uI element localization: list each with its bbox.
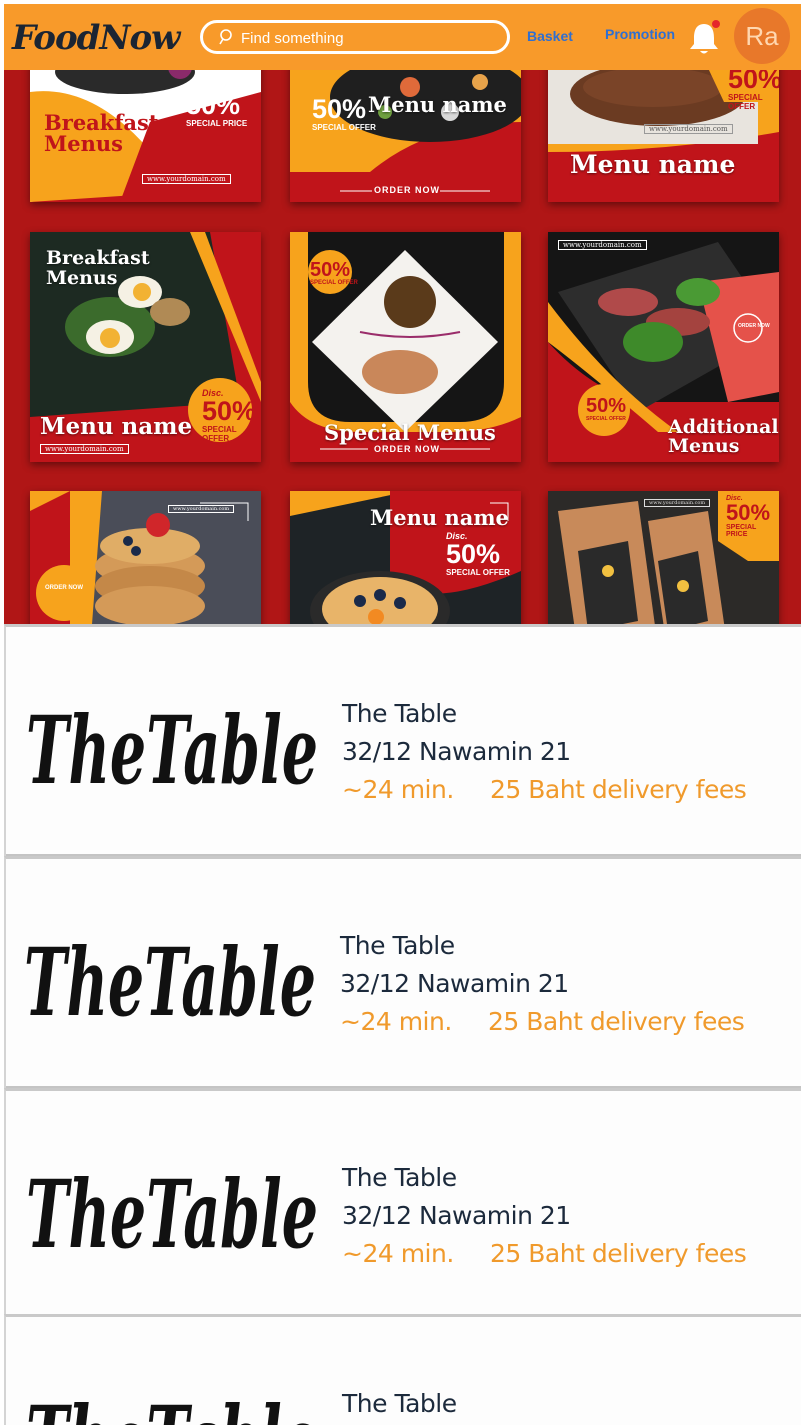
disc-value: 50% xyxy=(186,90,241,120)
tile-title: Menus xyxy=(46,267,118,289)
food-image xyxy=(290,64,521,202)
tile-title: Special Menus xyxy=(324,420,496,445)
disc-sub: SPECIAL PRICE xyxy=(726,524,757,538)
restaurant-name: The Table xyxy=(340,931,455,960)
order-now-label: ORDER NOW xyxy=(738,323,770,329)
restaurant-logo: TheTable xyxy=(26,1386,318,1425)
restaurant-card[interactable]: TheTable The Table 32/12 Nawamin 21 ~24 … xyxy=(4,1088,801,1320)
tile-title: Menu name xyxy=(40,413,193,440)
app-root: FoodNow Basket Promotion Ra xyxy=(0,0,801,1425)
disc-value: 50% xyxy=(202,396,257,426)
promo-tile[interactable]: Breakfast Menus Disc. 50% SPECIAL PRICE … xyxy=(30,64,261,202)
tile-title: Breakfast xyxy=(46,247,150,269)
tile-title: Menu name xyxy=(570,150,736,179)
delivery-eta: ~24 min. xyxy=(340,1007,452,1036)
tile-url: www.yourdomain.com xyxy=(40,444,129,454)
restaurant-logo-text: TheTable xyxy=(24,928,316,1037)
restaurant-address: 32/12 Nawamin 21 xyxy=(340,969,569,998)
restaurant-card[interactable]: TheTable The Table 32/12 Nawamin 21 ~24 … xyxy=(4,856,801,1088)
restaurant-logo-text: TheTable xyxy=(26,696,318,805)
disc-sub: SPECIAL OFFER xyxy=(728,93,763,111)
disc-value: 50% xyxy=(726,500,771,525)
promo-tile[interactable]: ORDER NOW www.yourdomain.com xyxy=(30,491,261,626)
restaurant-name: The Table xyxy=(342,1163,457,1192)
promo-tile[interactable]: Menu name 50% SPECIAL OFFER ORDER NOW xyxy=(290,64,521,202)
search-icon xyxy=(219,29,232,45)
tile-url: www.yourdomain.com xyxy=(142,174,231,184)
delivery-fee: 25 Baht delivery fees xyxy=(488,1007,745,1036)
disc-sub: SPECIAL OFFER xyxy=(586,416,626,422)
restaurant-address: 32/12 Nawamin 21 xyxy=(342,1201,571,1230)
disc-value: 50% xyxy=(310,259,351,281)
restaurant-card[interactable]: TheTable The Table xyxy=(4,1314,801,1425)
disc-value: 50% xyxy=(586,395,627,417)
disc-sub: SPECIAL OFFER xyxy=(312,123,376,132)
restaurant-logo: TheTable xyxy=(26,1160,318,1269)
bell-icon[interactable] xyxy=(687,20,721,56)
restaurant-card[interactable]: TheTable The Table 32/12 Nawamin 21 ~24 … xyxy=(4,624,801,856)
restaurant-name: The Table xyxy=(342,699,457,728)
disc-value: 50% xyxy=(312,94,367,124)
tile-title: Menu name xyxy=(370,505,509,530)
nav-basket-link[interactable]: Basket xyxy=(527,28,573,44)
delivery-eta: ~24 min. xyxy=(342,1239,454,1268)
promo-banner-grid: Breakfast Menus Disc. 50% SPECIAL PRICE … xyxy=(4,64,801,626)
restaurant-logo-text: TheTable xyxy=(26,1386,318,1425)
disc-sub: SPECIAL OFFER xyxy=(202,425,237,443)
tile-url: www.yourdomain.com xyxy=(168,505,235,513)
promo-tile[interactable]: www.yourdomain.com Disc. 50% SPECIAL PRI… xyxy=(548,491,779,626)
user-avatar[interactable]: Ra xyxy=(734,8,790,64)
restaurant-address: 32/12 Nawamin 21 xyxy=(342,737,571,766)
disc-sub: SPECIAL OFFER xyxy=(446,568,510,577)
tile-url: www.yourdomain.com xyxy=(644,124,733,134)
tile-url: www.yourdomain.com xyxy=(558,240,647,250)
search-input[interactable] xyxy=(241,26,501,50)
restaurant-name: The Table xyxy=(342,1389,457,1418)
disc-sub: SPECIAL OFFER xyxy=(310,280,358,286)
delivery-fee: 25 Baht delivery fees xyxy=(490,775,747,804)
order-now-label: ORDER NOW xyxy=(374,444,440,454)
tile-title: Menu name xyxy=(368,92,507,117)
promo-tile[interactable]: Menu name Disc. 50% SPECIAL OFFER xyxy=(290,491,521,626)
order-now-label: ORDER NOW xyxy=(45,585,83,591)
promo-tile[interactable]: www.yourdomain.com ORDER NOW 50% SPECIAL… xyxy=(548,232,779,462)
tile-title: Menus xyxy=(668,435,740,457)
promo-tile[interactable]: Breakfast Menus Menu name Disc. 50% SPEC… xyxy=(30,232,261,462)
order-now-label: ORDER NOW xyxy=(374,185,440,195)
delivery-eta: ~24 min. xyxy=(342,775,454,804)
search-box[interactable] xyxy=(200,20,510,54)
promo-tile[interactable]: 50% SPECIAL OFFER Special Menus ORDER NO… xyxy=(290,232,521,462)
delivery-fee: 25 Baht delivery fees xyxy=(490,1239,747,1268)
nav-promotion-link[interactable]: Promotion xyxy=(605,26,675,42)
disc-sub: SPECIAL PRICE xyxy=(186,119,248,128)
disc-value: 50% xyxy=(446,539,501,569)
tile-url: www.yourdomain.com xyxy=(644,499,711,507)
tile-title: Menus xyxy=(44,131,123,156)
top-bar: FoodNow Basket Promotion Ra xyxy=(4,4,801,70)
restaurant-logo: TheTable xyxy=(24,928,316,1037)
brand-logo[interactable]: FoodNow xyxy=(12,18,180,58)
restaurant-logo-text: TheTable xyxy=(26,1160,318,1269)
promo-tile[interactable]: Menu name 50% SPECIAL OFFER www.yourdoma… xyxy=(548,64,779,202)
disc-value: 50% xyxy=(728,64,779,94)
restaurant-logo: TheTable xyxy=(26,696,318,805)
